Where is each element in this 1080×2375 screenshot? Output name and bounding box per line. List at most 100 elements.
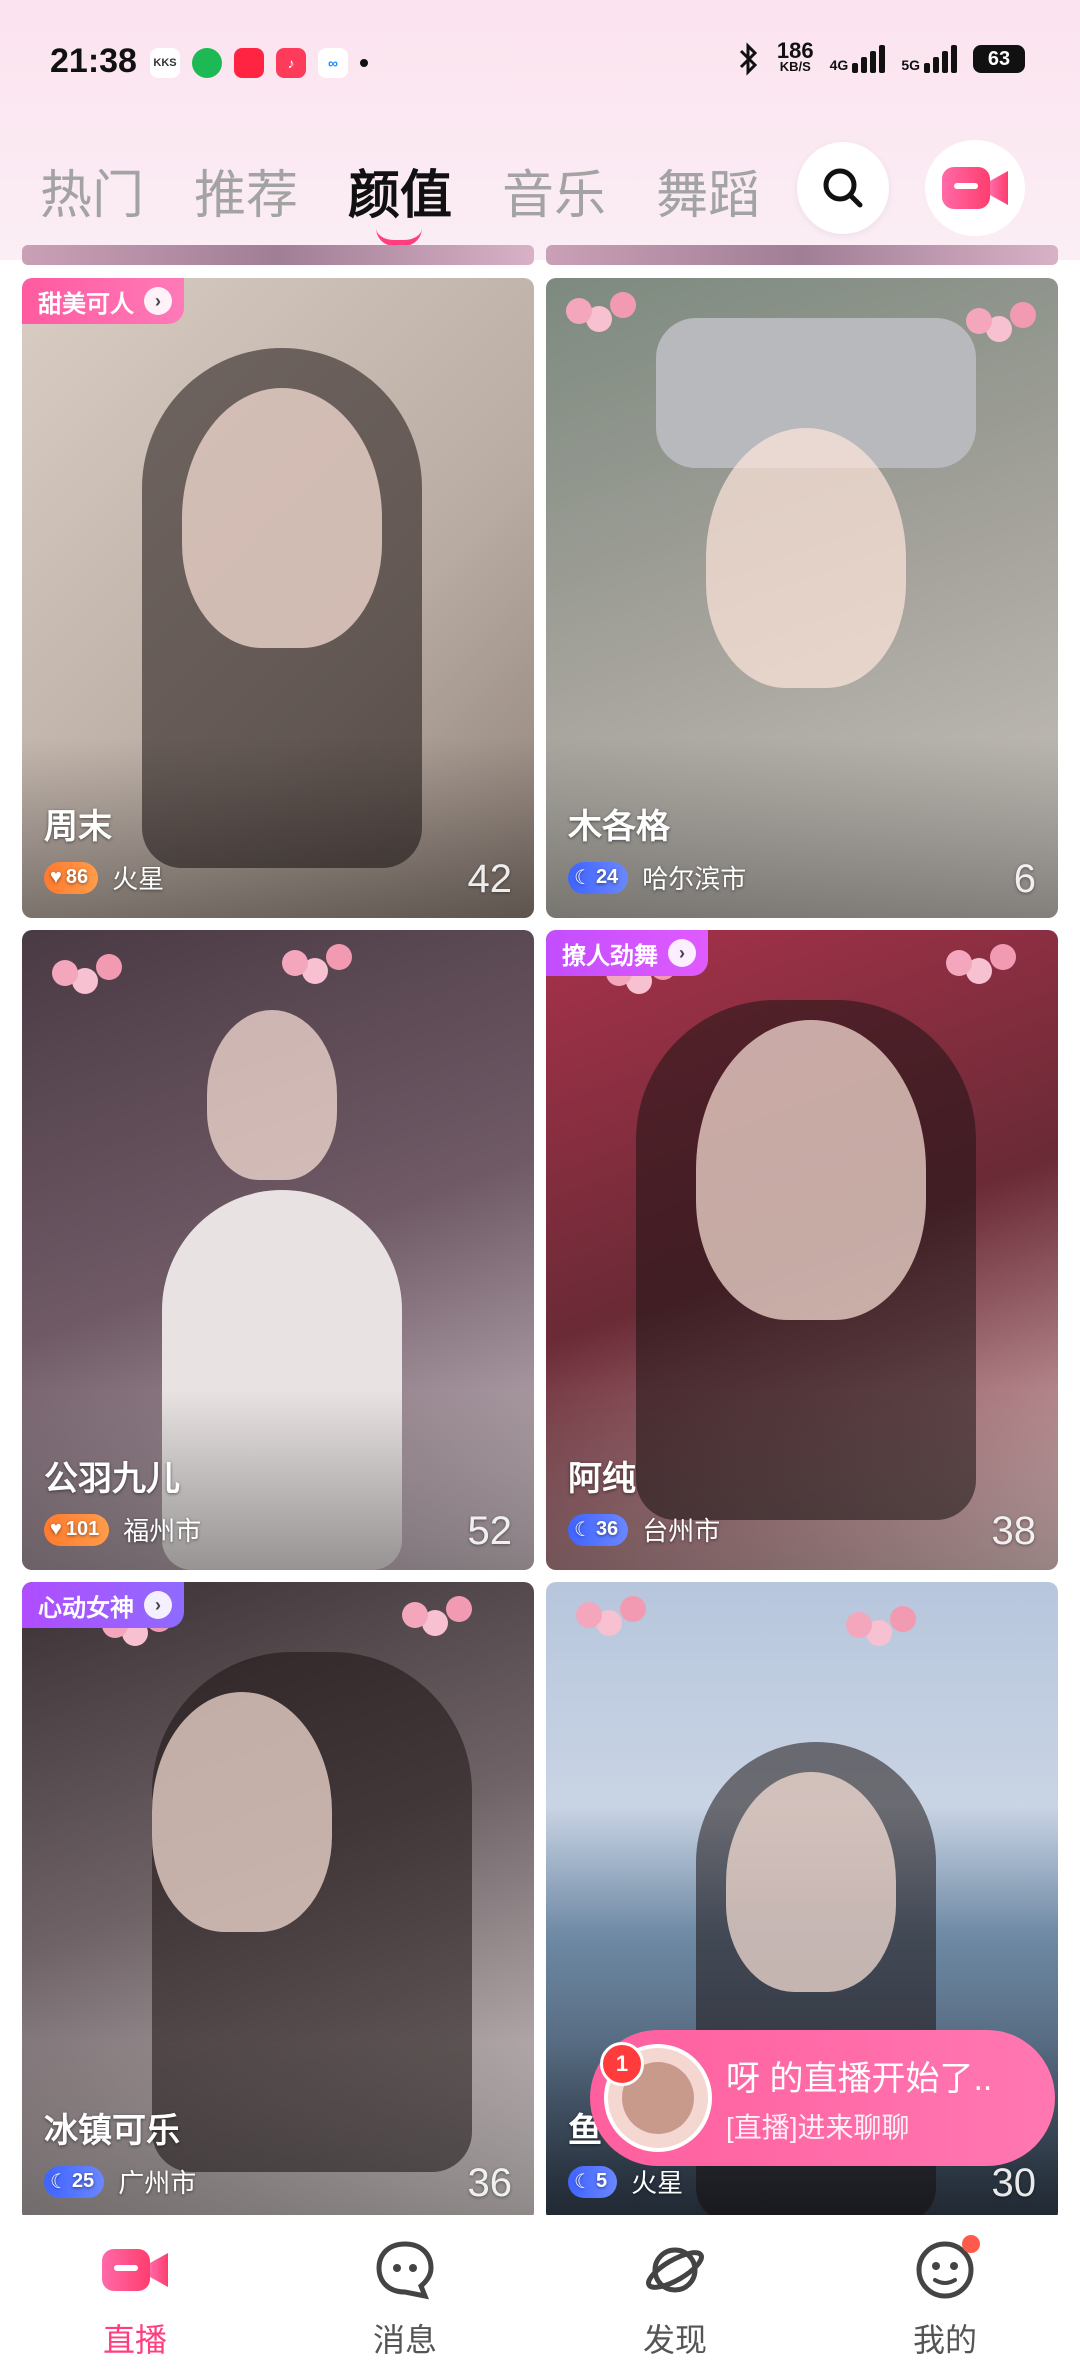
viewer-count: 36: [467, 2161, 513, 2205]
badge-label: 撩人劲舞: [562, 942, 658, 970]
nav-live-label: 直播: [102, 2322, 167, 2358]
thumbnail-face: [182, 388, 382, 648]
nav-live[interactable]: 直播: [35, 2215, 235, 2375]
nav-discover[interactable]: 发现: [575, 2215, 775, 2375]
speed-value: 186: [776, 38, 814, 63]
viewer-count: 30: [991, 2161, 1037, 2205]
tab-hot[interactable]: 热门: [40, 153, 144, 228]
category-badge: 撩人劲舞 ›: [546, 930, 708, 976]
live-start-notification[interactable]: 1 呀 的直播开始了.. [直播]进来聊聊: [590, 2030, 1055, 2166]
notification-count-badge: 1: [600, 2042, 644, 2086]
notification-icons: KKS ♪ ∞: [150, 48, 368, 78]
level-value: 25: [71, 2170, 95, 2192]
level-badge: ☾ 24: [568, 861, 629, 894]
signal-4g: 4G: [830, 45, 886, 73]
badge-label: 甜美可人: [38, 290, 134, 318]
notification-text: 呀 的直播开始了.. [直播]进来聊聊: [726, 2051, 992, 2146]
live-card[interactable]: 公羽九儿 ♥ 101 福州市 52: [22, 930, 534, 1570]
thumbnail-face: [152, 1692, 332, 1932]
avatar: 1: [600, 2042, 712, 2152]
signal-5g: 5G: [901, 45, 957, 73]
status-bar: 21:38 KKS ♪ ∞ 186 KB/S 4G 5G 63: [0, 0, 1080, 120]
streamer-name: 冰镇可乐: [44, 2112, 180, 2150]
streamer-name: 公羽九儿: [44, 1460, 180, 1498]
speed-unit: KB/S: [779, 59, 811, 74]
nav-discover-label: 发现: [642, 2322, 707, 2358]
level-value: 5: [595, 2170, 608, 2192]
card-meta: ☾ 5 火星: [568, 2163, 683, 2200]
card-meta: ☾ 24 哈尔滨市: [568, 859, 746, 896]
viewer-count: 52: [467, 1509, 513, 1553]
notification-title: 呀 的直播开始了..: [726, 2059, 993, 2098]
card-meta: ♥ 101 福州市: [44, 1511, 201, 1548]
blossom-decoration: [566, 298, 592, 324]
bottom-navigation: 直播 消息 发现 我的: [0, 2215, 1080, 2375]
previous-row-strip: [546, 245, 1058, 265]
blossom-decoration: [846, 1612, 872, 1638]
live-card[interactable]: 心动女神 › 冰镇可乐 ☾ 25 广州市 36: [22, 1582, 534, 2222]
thumbnail-face: [706, 428, 906, 688]
level-badge: ☾ 36: [568, 1513, 629, 1546]
spotify-icon: [192, 48, 222, 78]
level-badge: ♥ 86: [44, 861, 99, 894]
blossom-decoration: [52, 960, 78, 986]
blossom-decoration: [402, 1602, 428, 1628]
nav-profile[interactable]: 我的: [845, 2215, 1045, 2375]
tab-appearance-label: 颜值: [348, 166, 453, 225]
card-meta: ☾ 36 台州市: [568, 1511, 720, 1548]
level-value: 86: [65, 866, 89, 888]
live-grid: 甜美可人 › 周末 ♥ 86 火星 42 木各格 ☾ 24 哈尔滨市 6 公羽九儿: [22, 230, 1058, 2230]
category-badge: 甜美可人 ›: [22, 278, 184, 324]
nav-profile-label: 我的: [912, 2322, 977, 2358]
thumbnail-face: [207, 1010, 337, 1180]
location-text: 福州市: [123, 1516, 202, 1546]
music-app-icon: ♪: [276, 48, 306, 78]
viewer-count: 42: [467, 857, 513, 901]
card-meta: ☾ 25 广州市: [44, 2163, 196, 2200]
blossom-decoration: [946, 950, 972, 976]
video-camera-icon: [942, 167, 1008, 209]
level-value: 101: [65, 1518, 100, 1540]
tab-appearance[interactable]: 颜值: [348, 153, 453, 246]
location-text: 火星: [112, 864, 165, 894]
tab-music[interactable]: 音乐: [502, 153, 606, 228]
previous-row-strip: [22, 245, 534, 265]
go-live-button[interactable]: [925, 140, 1025, 236]
thumbnail-face: [696, 1020, 926, 1320]
bluetooth-icon: [739, 42, 758, 76]
tab-recommend[interactable]: 推荐: [194, 153, 298, 228]
tab-dance[interactable]: 舞蹈: [656, 153, 760, 228]
category-badge: 心动女神 ›: [22, 1582, 184, 1628]
nav-messages[interactable]: 消息: [305, 2215, 505, 2375]
level-badge: ☾ 25: [44, 2165, 105, 2198]
streamer-name: 阿纯: [568, 1460, 636, 1498]
viewer-count: 6: [1013, 857, 1036, 901]
status-time: 21:38: [50, 42, 137, 80]
kks-app-icon: KKS: [150, 48, 180, 78]
status-right: 186 KB/S 4G 5G 63: [737, 38, 1025, 76]
live-card[interactable]: 甜美可人 › 周末 ♥ 86 火星 42: [22, 278, 534, 918]
level-badge: ♥ 101: [44, 1513, 110, 1546]
location-text: 哈尔滨市: [642, 864, 747, 894]
badge-label: 心动女神: [38, 1594, 134, 1622]
streamer-name: 木各格: [568, 808, 670, 846]
planet-icon: [640, 2235, 710, 2305]
chevron-right-icon: ›: [668, 939, 696, 967]
level-value: 24: [595, 866, 619, 888]
chat-bubble-icon: [370, 2235, 440, 2305]
search-icon: [823, 168, 863, 208]
level-badge: ☾ 5: [568, 2165, 618, 2198]
chevron-right-icon: ›: [144, 287, 172, 315]
live-card[interactable]: 撩人劲舞 › 阿纯 ☾ 36 台州市 38: [546, 930, 1058, 1570]
live-card[interactable]: 木各格 ☾ 24 哈尔滨市 6: [546, 278, 1058, 918]
live-camera-icon: [100, 2235, 170, 2305]
location-text: 火星: [631, 2168, 684, 2198]
blossom-decoration: [576, 1602, 602, 1628]
card-meta: ♥ 86 火星: [44, 859, 164, 896]
battery-indicator: 63: [973, 45, 1025, 73]
search-button[interactable]: [797, 142, 889, 234]
nav-messages-label: 消息: [372, 2322, 437, 2358]
blossom-decoration: [966, 308, 992, 334]
viewer-count: 38: [991, 1509, 1037, 1553]
thumbnail-face: [726, 1772, 896, 1992]
